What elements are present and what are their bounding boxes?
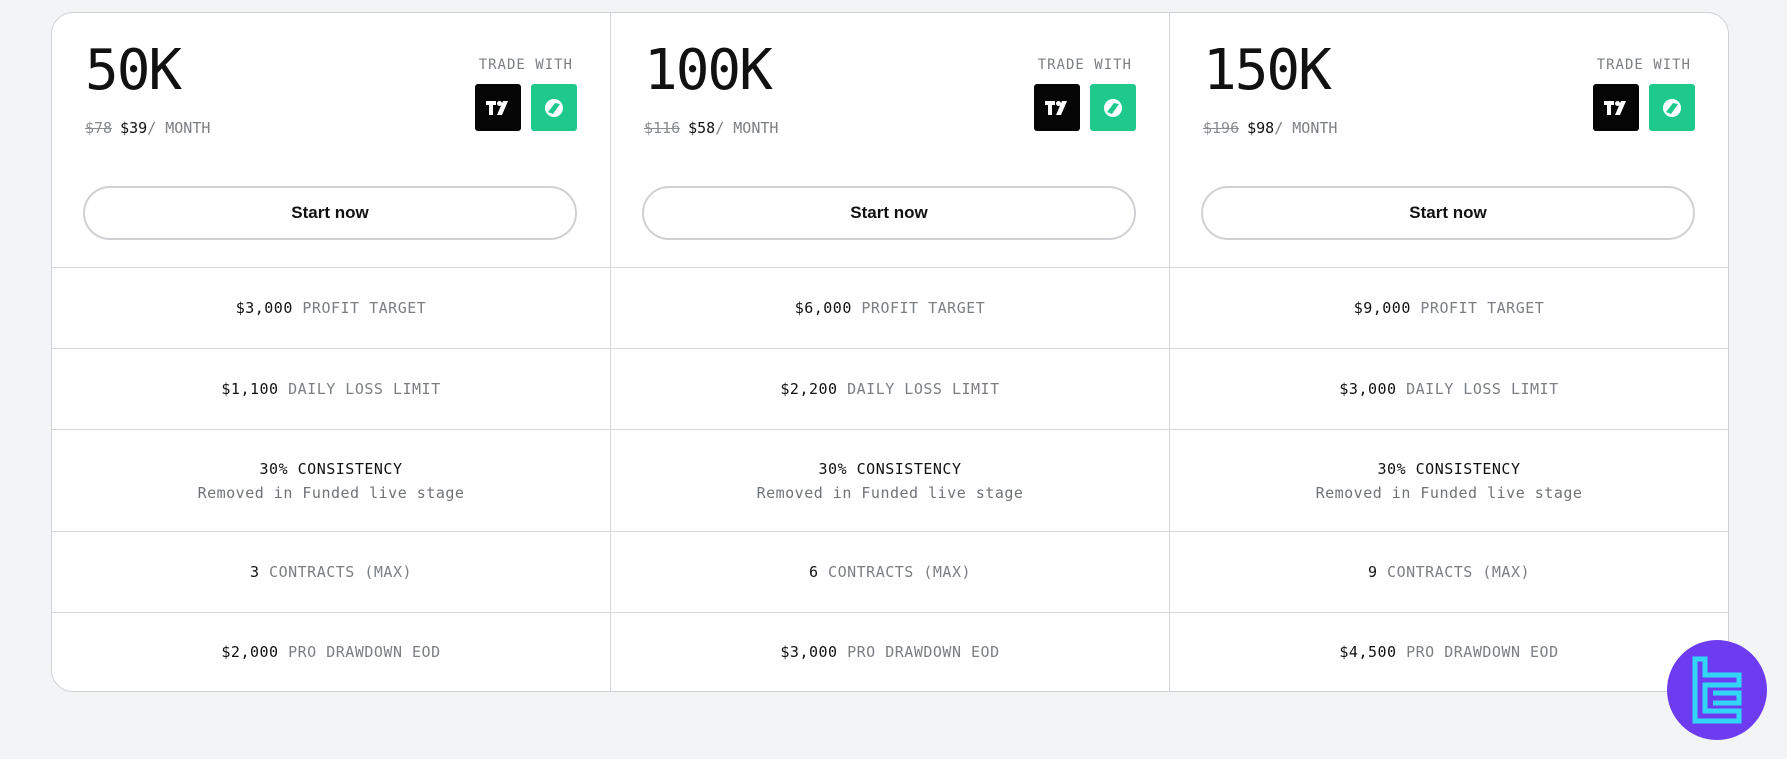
old-price: $78 xyxy=(85,119,113,137)
daily-loss-row: $3,000 DAILY LOSS LIMIT xyxy=(1170,349,1728,430)
plan-header: 100K $116 $58/ MONTH TRADE WITH Start now xyxy=(611,13,1169,268)
profit-target-label: PROFIT TARGET xyxy=(302,299,427,317)
plan-header: 150K $196 $98/ MONTH TRADE WITH Start now xyxy=(1170,13,1728,268)
consistency-note: Removed in Funded live stage xyxy=(756,483,1024,502)
platform-list xyxy=(1593,84,1695,131)
plan-size: 100K xyxy=(644,38,773,103)
daily-loss-label: DAILY LOSS LIMIT xyxy=(288,380,441,398)
contracts-label: CONTRACTS (MAX) xyxy=(269,563,413,581)
trade-with-label: TRADE WITH xyxy=(1037,57,1132,73)
tradingview-icon[interactable] xyxy=(1034,84,1080,131)
consistency-value: 30% CONSISTENCY xyxy=(259,459,403,478)
consistency-value: 30% CONSISTENCY xyxy=(1377,459,1521,478)
drawdown-value: $2,000 xyxy=(221,643,279,661)
drawdown-row: $4,500 PRO DRAWDOWN EOD xyxy=(1170,613,1728,691)
plan-card-150k: 150K $196 $98/ MONTH TRADE WITH Start now… xyxy=(1170,13,1728,691)
trade-with-label: TRADE WITH xyxy=(478,57,573,73)
daily-loss-value: $1,100 xyxy=(221,380,279,398)
drawdown-row: $3,000 PRO DRAWDOWN EOD xyxy=(611,613,1169,691)
profit-target-value: $9,000 xyxy=(1353,299,1411,317)
drawdown-value: $3,000 xyxy=(780,643,838,661)
profit-target-label: PROFIT TARGET xyxy=(861,299,986,317)
price-period: / MONTH xyxy=(1274,119,1338,137)
old-price: $116 xyxy=(644,119,681,137)
tradingview-icon[interactable] xyxy=(1593,84,1639,131)
pricing-table: 50K $78 $39/ MONTH TRADE WITH Start now $… xyxy=(51,12,1729,692)
drawdown-label: PRO DRAWDOWN EOD xyxy=(847,643,1000,661)
plan-header: 50K $78 $39/ MONTH TRADE WITH Start now xyxy=(52,13,610,268)
plan-price: $116 $58/ MONTH xyxy=(644,121,778,136)
plan-size: 50K xyxy=(85,38,182,103)
contracts-row: 6 CONTRACTS (MAX) xyxy=(611,532,1169,613)
consistency-row: 30% CONSISTENCY Removed in Funded live s… xyxy=(611,430,1169,532)
consistency-value: 30% CONSISTENCY xyxy=(818,459,962,478)
profit-target-label: PROFIT TARGET xyxy=(1420,299,1545,317)
trade-with-label: TRADE WITH xyxy=(1596,57,1691,73)
drawdown-label: PRO DRAWDOWN EOD xyxy=(1406,643,1559,661)
profit-target-row: $3,000 PROFIT TARGET xyxy=(52,268,610,349)
profit-target-row: $9,000 PROFIT TARGET xyxy=(1170,268,1728,349)
daily-loss-label: DAILY LOSS LIMIT xyxy=(847,380,1000,398)
start-now-button[interactable]: Start now xyxy=(1201,186,1695,240)
plan-size: 150K xyxy=(1203,38,1332,103)
current-price: $58 xyxy=(688,119,716,137)
drawdown-label: PRO DRAWDOWN EOD xyxy=(288,643,441,661)
consistency-row: 30% CONSISTENCY Removed in Funded live s… xyxy=(1170,430,1728,532)
plan-price: $196 $98/ MONTH xyxy=(1203,121,1337,136)
start-now-button[interactable]: Start now xyxy=(642,186,1136,240)
start-now-button[interactable]: Start now xyxy=(83,186,577,240)
daily-loss-row: $1,100 DAILY LOSS LIMIT xyxy=(52,349,610,430)
contracts-label: CONTRACTS (MAX) xyxy=(828,563,972,581)
platform-list xyxy=(475,84,577,131)
plan-price: $78 $39/ MONTH xyxy=(85,121,210,136)
daily-loss-value: $3,000 xyxy=(1339,380,1397,398)
consistency-note: Removed in Funded live stage xyxy=(197,483,465,502)
contracts-value: 9 xyxy=(1367,563,1378,581)
daily-loss-value: $2,200 xyxy=(780,380,838,398)
old-price: $196 xyxy=(1203,119,1240,137)
tradingview-icon[interactable] xyxy=(475,84,521,131)
profit-target-value: $6,000 xyxy=(794,299,852,317)
current-price: $98 xyxy=(1247,119,1275,137)
price-period: / MONTH xyxy=(147,119,211,137)
profit-target-row: $6,000 PROFIT TARGET xyxy=(611,268,1169,349)
contracts-value: 3 xyxy=(249,563,260,581)
daily-loss-label: DAILY LOSS LIMIT xyxy=(1406,380,1559,398)
daily-loss-row: $2,200 DAILY LOSS LIMIT xyxy=(611,349,1169,430)
contracts-value: 6 xyxy=(808,563,819,581)
plan-card-50k: 50K $78 $39/ MONTH TRADE WITH Start now $… xyxy=(52,13,611,691)
drawdown-row: $2,000 PRO DRAWDOWN EOD xyxy=(52,613,610,691)
brand-logo-icon xyxy=(1667,640,1767,740)
current-price: $39 xyxy=(120,119,148,137)
profit-target-value: $3,000 xyxy=(235,299,293,317)
ninjatrader-icon[interactable] xyxy=(531,84,577,131)
price-period: / MONTH xyxy=(715,119,779,137)
consistency-note: Removed in Funded live stage xyxy=(1315,483,1583,502)
contracts-label: CONTRACTS (MAX) xyxy=(1387,563,1531,581)
ninjatrader-icon[interactable] xyxy=(1090,84,1136,131)
drawdown-value: $4,500 xyxy=(1339,643,1397,661)
plan-card-100k: 100K $116 $58/ MONTH TRADE WITH Start now… xyxy=(611,13,1170,691)
consistency-row: 30% CONSISTENCY Removed in Funded live s… xyxy=(52,430,610,532)
platform-list xyxy=(1034,84,1136,131)
contracts-row: 9 CONTRACTS (MAX) xyxy=(1170,532,1728,613)
ninjatrader-icon[interactable] xyxy=(1649,84,1695,131)
contracts-row: 3 CONTRACTS (MAX) xyxy=(52,532,610,613)
